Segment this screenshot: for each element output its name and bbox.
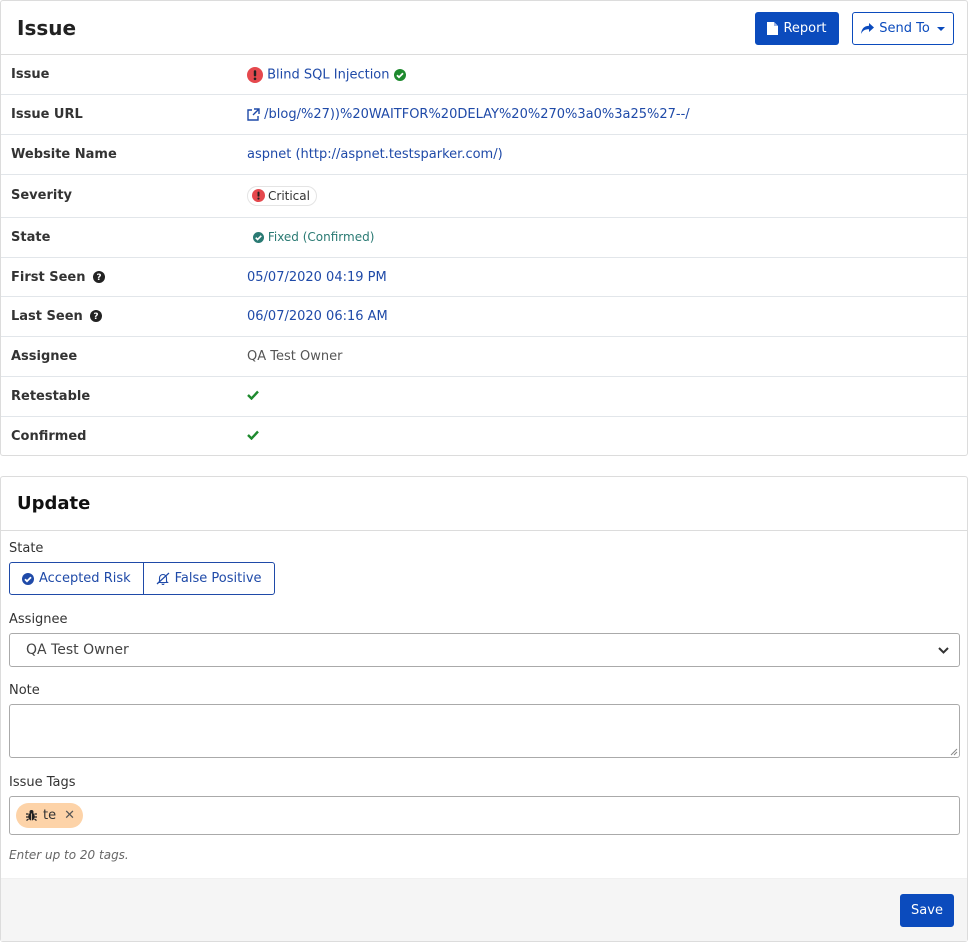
detail-row-confirmed: Confirmed [1, 416, 967, 456]
check-circle-icon [22, 572, 34, 585]
detail-label: Severity [11, 188, 73, 204]
issue-details-table: Issue Blind SQL Injection Issue URL /blo… [1, 55, 967, 456]
update-card-title: Update [17, 493, 91, 514]
caret-down-icon [936, 26, 945, 31]
check-circle-icon [253, 231, 264, 243]
detail-row-last-seen: Last Seen ? 06/07/2020 06:16 AM [1, 297, 967, 337]
question-circle-icon[interactable]: ? [90, 310, 103, 323]
first-seen-label: First Seen [11, 269, 86, 285]
assignee-value: QA Test Owner [247, 349, 343, 365]
question-circle-icon[interactable]: ? [93, 270, 106, 283]
tag-chip: te ✕ [16, 803, 84, 828]
update-card-header: Update [1, 477, 967, 531]
detail-value: /blog/%27))%20WAITFOR%20DELAY%20%270%3a0… [237, 95, 967, 135]
report-button-label: Report [783, 21, 827, 36]
checkmark-icon [247, 430, 259, 441]
report-button[interactable]: Report [755, 12, 839, 45]
tag-remove-icon[interactable]: ✕ [64, 808, 75, 823]
detail-row-retestable: Retestable [1, 377, 967, 417]
detail-value [237, 416, 967, 456]
detail-label: Confirmed [11, 429, 87, 445]
detail-value: Blind SQL Injection [237, 55, 967, 95]
tags-help-text: Enter up to 20 tags. [9, 848, 129, 862]
bug-icon [26, 810, 37, 821]
false-positive-button[interactable]: False Positive [142, 563, 274, 594]
update-card-footer: Save [1, 878, 967, 941]
state-text: Fixed (Confirmed) [267, 229, 375, 244]
issue-card-title: Issue [17, 16, 77, 40]
resize-grip-icon[interactable] [950, 748, 958, 756]
update-form: State Accepted Risk False Positive Assig… [1, 531, 967, 862]
last-seen-label: Last Seen [11, 309, 83, 325]
note-textarea[interactable] [9, 704, 960, 758]
detail-value: aspnet (http://aspnet.testsparker.com/) [237, 135, 967, 175]
state-status: Fixed (Confirmed) [253, 230, 374, 244]
false-positive-label: False Positive [174, 571, 262, 586]
detail-label: Assignee [11, 349, 78, 365]
share-arrow-icon [861, 23, 875, 34]
detail-row-first-seen: First Seen ? 05/07/2020 04:19 PM [1, 257, 967, 297]
svg-text:?: ? [96, 273, 101, 283]
save-button[interactable]: Save [900, 894, 954, 927]
detail-value: Fixed (Confirmed) [237, 217, 967, 257]
issue-tags-label: Issue Tags [9, 775, 76, 790]
assignee-selected-value: QA Test Owner [26, 642, 129, 658]
bell-slash-icon [156, 572, 170, 585]
detail-row-assignee: Assignee QA Test Owner [1, 337, 967, 377]
detail-label: Issue [11, 67, 50, 83]
chevron-down-icon [938, 646, 949, 654]
detail-label: Website Name [11, 146, 117, 162]
website-link[interactable]: aspnet (http://aspnet.testsparker.com/) [247, 147, 503, 162]
critical-exclamation-icon [247, 66, 263, 83]
issue-url-link[interactable]: /blog/%27))%20WAITFOR%20DELAY%20%270%3a0… [264, 107, 690, 122]
issue-link[interactable]: Blind SQL Injection [267, 67, 389, 82]
external-link-icon [247, 108, 260, 121]
state-button-group: Accepted Risk False Positive [9, 562, 275, 595]
update-card: Update State Accepted Risk False Positiv… [0, 476, 968, 942]
checkmark-icon [247, 390, 259, 401]
send-to-button[interactable]: Send To [852, 12, 954, 45]
detail-row-issue: Issue Blind SQL Injection [1, 55, 967, 95]
issue-tags-input[interactable]: te ✕ [9, 796, 960, 835]
first-seen-value: 05/07/2020 04:19 PM [247, 269, 387, 285]
detail-label: Last Seen ? [1, 297, 237, 337]
detail-label: Retestable [11, 388, 91, 404]
assignee-select[interactable]: QA Test Owner [9, 633, 960, 667]
state-label: State [9, 541, 44, 556]
detail-row-website-name: Website Name aspnet (http://aspnet.tests… [1, 135, 967, 175]
tag-text: te [43, 808, 57, 823]
detail-value [237, 377, 967, 417]
last-seen-value: 06/07/2020 06:16 AM [247, 309, 388, 325]
detail-label: First Seen ? [1, 257, 237, 297]
detail-row-state: State Fixed (Confirmed) [1, 217, 967, 258]
note-label: Note [9, 683, 40, 698]
assignee-label: Assignee [9, 612, 68, 627]
issue-card: Issue Report Send To Issue Blind SQL Inj… [0, 0, 968, 456]
severity-badge: Critical [247, 185, 317, 206]
accepted-risk-label: Accepted Risk [39, 571, 131, 586]
critical-exclamation-icon [252, 189, 265, 203]
detail-label: Issue URL [11, 107, 83, 123]
send-to-button-label: Send To [879, 21, 930, 36]
accepted-risk-button[interactable]: Accepted Risk [10, 563, 143, 594]
detail-label: State [11, 229, 51, 245]
detail-row-severity: Severity Critical [1, 174, 967, 218]
file-icon [767, 22, 779, 35]
svg-text:?: ? [94, 313, 99, 323]
detail-value: Critical [237, 174, 967, 217]
severity-text: Critical [268, 188, 310, 203]
detail-row-issue-url: Issue URL /blog/%27))%20WAITFOR%20DELAY%… [1, 95, 967, 135]
check-circle-icon [393, 68, 406, 81]
issue-card-header: Issue Report Send To [1, 1, 967, 55]
